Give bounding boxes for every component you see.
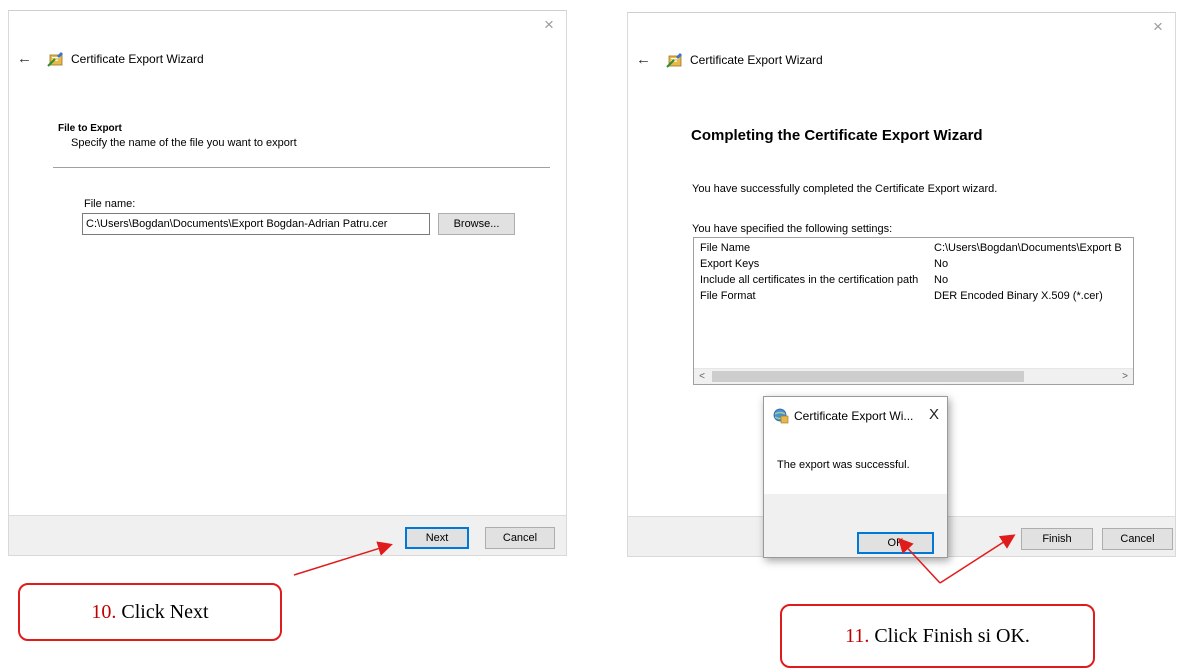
cancel-button[interactable]: Cancel (485, 527, 555, 549)
ok-button[interactable]: OK (857, 532, 934, 554)
setting-key: File Format (700, 290, 756, 302)
next-button[interactable]: Next (405, 527, 469, 549)
step-number: 11. (845, 624, 870, 647)
window-title: Certificate Export Wizard (690, 53, 823, 67)
step-number: 10. (91, 600, 117, 623)
browse-button[interactable]: Browse... (438, 213, 515, 235)
close-icon[interactable]: × (1147, 16, 1169, 38)
scroll-right-icon[interactable]: > (1117, 369, 1133, 384)
wizard-header: ← Certificate Export Wizard (628, 50, 1175, 70)
step-text: Click Finish si OK. (874, 624, 1030, 647)
completion-heading: Completing the Certificate Export Wizard (691, 127, 983, 144)
header-divider (53, 167, 550, 168)
export-success-message-box: Certificate Export Wi... X The export wa… (763, 396, 948, 558)
setting-value: No (934, 274, 949, 286)
step-10-callout: 10. Click Next (18, 583, 282, 641)
success-text: You have successfully completed the Cert… (692, 183, 998, 195)
close-icon[interactable]: X (929, 406, 939, 423)
setting-key: Include all certificates in the certific… (700, 274, 919, 286)
step-text: Click Next (121, 600, 209, 623)
file-name-input[interactable]: C:\Users\Bogdan\Documents\Export Bogdan-… (82, 213, 430, 235)
section-title: File to Export (58, 123, 122, 134)
export-wizard-file-dialog: × ← Certificate Export Wizard File to Ex… (8, 10, 567, 556)
file-name-label: File name: (84, 198, 136, 210)
step-11-callout: 11. Click Finish si OK. (780, 604, 1095, 668)
message-box-title: Certificate Export Wi... (794, 409, 914, 423)
cancel-button[interactable]: Cancel (1102, 528, 1173, 550)
setting-value: DER Encoded Binary X.509 (*.cer) (934, 290, 1103, 302)
back-arrow-icon[interactable]: ← (636, 50, 651, 70)
window-title: Certificate Export Wizard (71, 52, 204, 66)
settings-list[interactable]: File Name C:\Users\Bogdan\Documents\Expo… (693, 237, 1134, 385)
certificate-wizard-icon (47, 52, 63, 67)
finish-button[interactable]: Finish (1021, 528, 1093, 550)
certificate-globe-icon (773, 408, 789, 424)
message-text: The export was successful. (777, 459, 910, 471)
certificate-wizard-icon (666, 53, 682, 68)
close-icon[interactable]: × (538, 14, 560, 36)
horizontal-scrollbar[interactable]: < > (694, 368, 1133, 384)
wizard-header: ← Certificate Export Wizard (9, 49, 566, 69)
setting-key: File Name (700, 242, 751, 254)
settings-label: You have specified the following setting… (692, 223, 893, 235)
back-arrow-icon[interactable]: ← (17, 49, 32, 69)
section-subtitle: Specify the name of the file you want to… (71, 137, 297, 149)
scroll-left-icon[interactable]: < (694, 369, 710, 384)
message-box-footer: OK (764, 494, 947, 557)
setting-value: No (934, 258, 949, 270)
wizard-footer: Next Cancel (9, 515, 566, 555)
setting-key: Export Keys (700, 258, 760, 270)
setting-value: C:\Users\Bogdan\Documents\Export B (934, 242, 1122, 254)
scrollbar-thumb[interactable] (712, 371, 1024, 382)
